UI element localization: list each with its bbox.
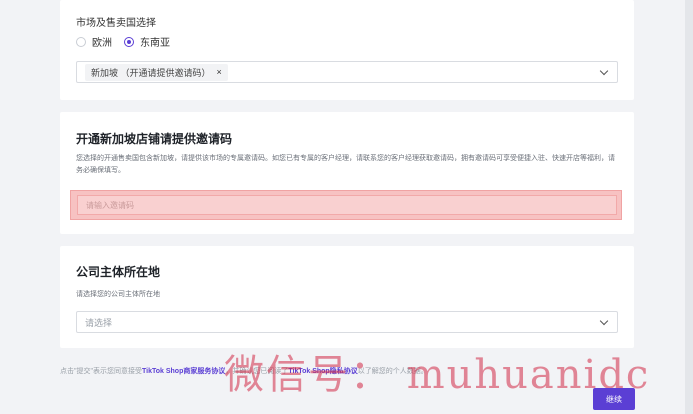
- country-tag-label: 新加坡 （开通请提供邀请码）: [91, 67, 211, 78]
- company-subtitle: 请选择您的公司主体所在地: [76, 291, 160, 298]
- radio-europe[interactable]: 欧洲: [76, 34, 112, 49]
- chevron-down-icon[interactable]: [599, 66, 609, 76]
- company-select-placeholder: 请选择: [85, 317, 113, 328]
- continue-button[interactable]: 继续: [593, 388, 635, 410]
- radio-southeast-asia[interactable]: 东南亚: [124, 34, 170, 49]
- country-select[interactable]: 新加坡 （开通请提供邀请码） ×: [76, 61, 618, 83]
- radio-southeast-asia-dot[interactable]: [124, 36, 134, 47]
- invite-code-input[interactable]: 请输入邀请码: [77, 195, 617, 215]
- page: 市场及售卖国选择 欧洲 东南亚 新加坡 （开通请提供邀请码） × 开通新加坡店铺…: [0, 0, 693, 414]
- country-tag: 新加坡 （开通请提供邀请码） ×: [85, 63, 228, 81]
- invite-code-field-highlight: 请输入邀请码: [70, 190, 622, 220]
- watermark: 微信号： muhuanidc: [224, 352, 651, 398]
- invite-title: 开通新加坡店铺请提供邀请码: [76, 132, 233, 146]
- agreement-prefix: 点击"提交"表示您同意接受: [60, 368, 142, 375]
- merchant-agreement-link[interactable]: TikTok Shop商家服务协议: [142, 368, 225, 375]
- radio-europe-label: 欧洲: [92, 38, 112, 49]
- company-title: 公司主体所在地: [76, 265, 161, 279]
- scrollbar-track[interactable]: [685, 0, 693, 414]
- company-location-select[interactable]: 请选择: [76, 311, 618, 333]
- invite-card: 开通新加坡店铺请提供邀请码 您选择的开通售卖国包含新加坡，请提供该市场的专属邀请…: [60, 112, 634, 234]
- chevron-down-icon[interactable]: [599, 316, 609, 326]
- radio-europe-dot[interactable]: [76, 36, 86, 47]
- radio-southeast-asia-label: 东南亚: [140, 38, 170, 49]
- company-card: 公司主体所在地 请选择您的公司主体所在地 请选择: [60, 246, 634, 348]
- invite-description: 您选择的开通售卖国包含新加坡，请提供该市场的专属邀请码。如您已有专属的客户经理，…: [76, 155, 615, 174]
- market-label: 市场及售卖国选择: [76, 18, 156, 29]
- close-icon[interactable]: ×: [217, 67, 222, 77]
- market-radio-group: 欧洲 东南亚: [76, 34, 182, 49]
- market-card: 市场及售卖国选择 欧洲 东南亚 新加坡 （开通请提供邀请码） ×: [60, 0, 634, 100]
